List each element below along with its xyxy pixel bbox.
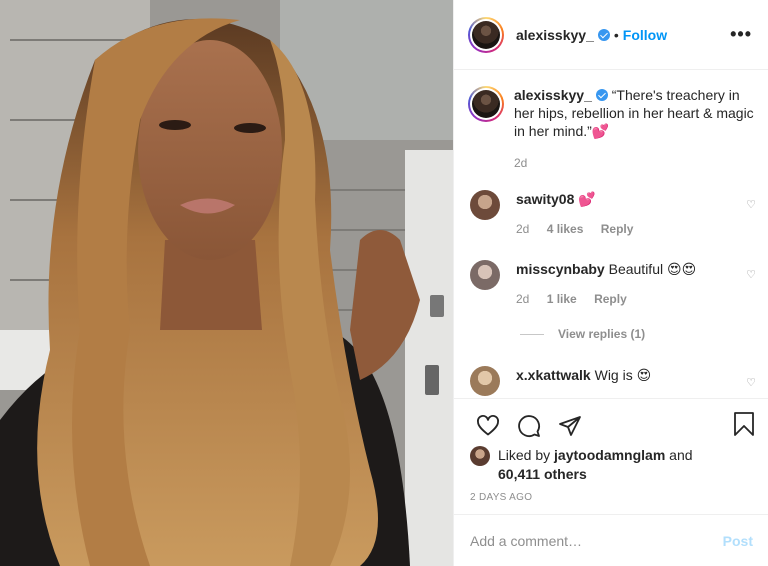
likes-middle: and	[665, 447, 693, 463]
comment-heart-icon[interactable]: ♡	[746, 268, 756, 281]
instagram-post: alexisskyy_ • Follow ••• alexisskyy_ “Th…	[0, 0, 768, 566]
bookmark-icon[interactable]	[733, 411, 755, 442]
liker-username[interactable]: jaytoodamnglam	[554, 447, 665, 463]
caption-time[interactable]: 2d	[514, 154, 758, 172]
comment-item: sawity08 💕 2d 4 likes Reply ♡	[470, 190, 760, 238]
commenter-avatar[interactable]	[470, 366, 500, 396]
caption-avatar[interactable]	[468, 86, 504, 122]
view-replies-button[interactable]: View replies (1)	[520, 327, 645, 341]
comment-username[interactable]: x.xkattwalk	[516, 367, 591, 383]
post-photo-image	[0, 0, 453, 566]
comment-username[interactable]: sawity08	[516, 191, 574, 207]
comment-item: x.xkattwalk Wig is 😍 ♡	[470, 366, 760, 396]
verified-icon	[597, 28, 610, 41]
comment-heart-icon[interactable]: ♡	[746, 376, 756, 389]
comment-text: Wig is 😍	[590, 367, 652, 383]
comment-heart-icon[interactable]: ♡	[746, 198, 756, 211]
likes-prefix: Liked by	[498, 447, 555, 463]
post-comment-button[interactable]: Post	[723, 533, 753, 549]
author-username[interactable]: alexisskyy_	[516, 27, 594, 43]
comment-likes[interactable]: 4 likes	[547, 222, 584, 236]
post-timestamp[interactable]: 2 DAYS AGO	[470, 492, 532, 503]
more-options-icon[interactable]: •••	[730, 24, 752, 45]
likes-summary: Liked by jaytoodamnglam and 60,411 other…	[470, 446, 693, 484]
comment-input[interactable]	[470, 532, 723, 549]
comment-username[interactable]: misscynbaby	[516, 261, 605, 277]
replies-divider	[520, 333, 544, 335]
comment-item: misscynbaby Beautiful 😍😍 2d 1 like Reply…	[470, 260, 760, 308]
follow-button[interactable]: Follow	[623, 27, 667, 43]
likes-count[interactable]: 60,411 others	[498, 466, 587, 482]
comment-time[interactable]: 2d	[516, 222, 529, 236]
caption-username[interactable]: alexisskyy_	[514, 87, 592, 103]
heart-icon[interactable]	[468, 406, 508, 446]
commenter-avatar[interactable]	[470, 260, 500, 290]
comment-icon[interactable]	[509, 406, 549, 446]
post-photo[interactable]	[0, 0, 453, 566]
comment-text: Beautiful 😍😍	[604, 261, 697, 277]
reply-button[interactable]: Reply	[601, 222, 634, 236]
post-caption: alexisskyy_ “There's treachery in her hi…	[468, 86, 758, 172]
comment-text: 💕	[574, 191, 596, 207]
view-replies-label: View replies (1)	[558, 327, 646, 341]
share-icon[interactable]	[550, 406, 590, 446]
comment-form: Post	[454, 514, 768, 566]
reply-button[interactable]: Reply	[594, 292, 627, 306]
post-header: alexisskyy_ • Follow •••	[454, 0, 768, 70]
author-avatar[interactable]	[468, 16, 504, 53]
action-bar	[454, 398, 768, 453]
verified-icon	[595, 89, 608, 101]
header-separator: •	[613, 26, 619, 43]
post-sidebar: alexisskyy_ • Follow ••• alexisskyy_ “Th…	[453, 0, 768, 566]
liker-avatar[interactable]	[470, 446, 490, 466]
comment-time[interactable]: 2d	[516, 292, 529, 306]
commenter-avatar[interactable]	[470, 190, 500, 220]
comment-likes[interactable]: 1 like	[547, 292, 577, 306]
